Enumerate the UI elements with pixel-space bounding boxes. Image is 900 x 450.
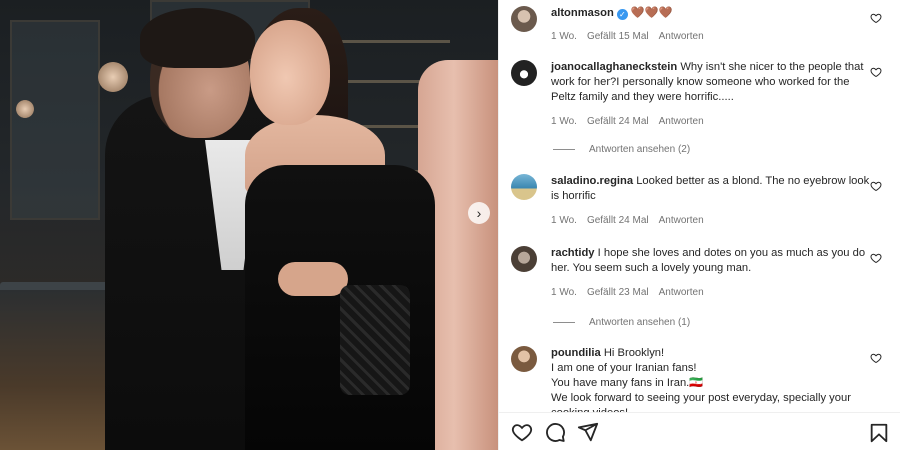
caption-text: 🤎🤎🤎 xyxy=(630,7,673,19)
comment-username[interactable]: poundilia xyxy=(551,347,601,359)
comment-text-line: You have many fans in Iran.🇮🇷 xyxy=(551,377,704,389)
avatar[interactable] xyxy=(511,6,537,32)
heart-icon[interactable] xyxy=(511,421,533,443)
background-lamp xyxy=(98,62,128,92)
instagram-post-view: › altonmason ✓ 🤎🤎🤎 1 Wo. Gefällt 15 Mal A… xyxy=(0,0,900,450)
comment-icon[interactable] xyxy=(544,421,566,443)
reply-button[interactable]: Antworten xyxy=(659,213,704,228)
man-hair xyxy=(140,8,255,68)
comment-body: joanocallaghaneckstein Why isn't she nic… xyxy=(551,60,890,129)
reply-button[interactable]: Antworten xyxy=(659,285,704,300)
heart-icon[interactable] xyxy=(870,180,882,192)
comment-meta: 1 Wo. Gefällt 24 Mal Antworten xyxy=(551,213,874,228)
post-action-bar xyxy=(499,412,900,450)
likes-count[interactable]: Gefällt 15 Mal xyxy=(587,29,649,44)
comment-body: rachtidy I hope she loves and dotes on y… xyxy=(551,246,890,300)
comment-text-line: I am one of your Iranian fans! xyxy=(551,362,697,374)
replies-divider xyxy=(553,149,575,150)
woman-head xyxy=(250,20,330,125)
avatar[interactable] xyxy=(511,246,537,272)
view-replies-label: Antworten ansehen (1) xyxy=(589,317,691,328)
handbag xyxy=(340,285,410,395)
author-username[interactable]: altonmason xyxy=(551,7,614,19)
reply-button[interactable]: Antworten xyxy=(659,114,704,129)
comments-panel: altonmason ✓ 🤎🤎🤎 1 Wo. Gefällt 15 Mal Ant… xyxy=(498,0,900,450)
comment-username[interactable]: joanocallaghaneckstein xyxy=(551,61,677,73)
comment-item: joanocallaghaneckstein Why isn't she nic… xyxy=(511,60,890,129)
comment-time: 1 Wo. xyxy=(551,287,577,298)
comment-text-line: We look forward to seeing your post ever… xyxy=(551,392,851,412)
bookmark-icon[interactable] xyxy=(868,422,890,444)
view-replies-button[interactable]: Antworten ansehen (2) xyxy=(553,144,890,155)
comment-username[interactable]: rachtidy xyxy=(551,247,595,259)
comments-list[interactable]: altonmason ✓ 🤎🤎🤎 1 Wo. Gefällt 15 Mal Ant… xyxy=(499,0,900,412)
view-replies-label: Antworten ansehen (2) xyxy=(589,144,691,155)
reply-button[interactable]: Antworten xyxy=(659,29,704,44)
caption-body: altonmason ✓ 🤎🤎🤎 1 Wo. Gefällt 15 Mal Ant… xyxy=(551,6,890,44)
comment-text-line: Hi Brooklyn! xyxy=(603,347,665,359)
comment-meta: 1 Wo. Gefällt 23 Mal Antworten xyxy=(551,285,874,300)
comment-item: saladino.regina Looked better as a blond… xyxy=(511,174,890,228)
likes-count[interactable]: Gefällt 23 Mal xyxy=(587,285,649,300)
heart-icon[interactable] xyxy=(870,66,882,78)
replies-divider xyxy=(553,322,575,323)
likes-count[interactable]: Gefällt 24 Mal xyxy=(587,213,649,228)
chevron-right-icon[interactable]: › xyxy=(468,202,490,224)
avatar[interactable] xyxy=(511,346,537,372)
view-replies-button[interactable]: Antworten ansehen (1) xyxy=(553,317,890,328)
heart-icon[interactable] xyxy=(870,12,882,24)
avatar[interactable] xyxy=(511,174,537,200)
comment-time: 1 Wo. xyxy=(551,215,577,226)
comment-item: rachtidy I hope she loves and dotes on y… xyxy=(511,246,890,300)
comment-body: saladino.regina Looked better as a blond… xyxy=(551,174,890,228)
background-window xyxy=(10,20,100,220)
caption-meta: 1 Wo. Gefällt 15 Mal Antworten xyxy=(551,29,874,44)
likes-count[interactable]: Gefällt 24 Mal xyxy=(587,114,649,129)
post-photo[interactable]: › xyxy=(0,0,498,450)
comment-body: poundilia Hi Brooklyn! I am one of your … xyxy=(551,346,890,412)
heart-icon[interactable] xyxy=(870,252,882,264)
comment-time: 1 Wo. xyxy=(551,116,577,127)
post-caption: altonmason ✓ 🤎🤎🤎 1 Wo. Gefällt 15 Mal Ant… xyxy=(511,6,890,44)
heart-icon[interactable] xyxy=(870,352,882,364)
avatar[interactable] xyxy=(511,60,537,86)
verified-badge-icon: ✓ xyxy=(616,9,628,20)
share-icon[interactable] xyxy=(577,421,599,443)
woman-hand xyxy=(278,262,348,296)
background-lamp xyxy=(16,100,34,118)
comment-username[interactable]: saladino.regina xyxy=(551,175,633,187)
comment-item: poundilia Hi Brooklyn! I am one of your … xyxy=(511,346,890,412)
comment-meta: 1 Wo. Gefällt 24 Mal Antworten xyxy=(551,114,874,129)
post-time: 1 Wo. xyxy=(551,31,577,42)
comment-text: I hope she loves and dotes on you as muc… xyxy=(551,247,866,274)
